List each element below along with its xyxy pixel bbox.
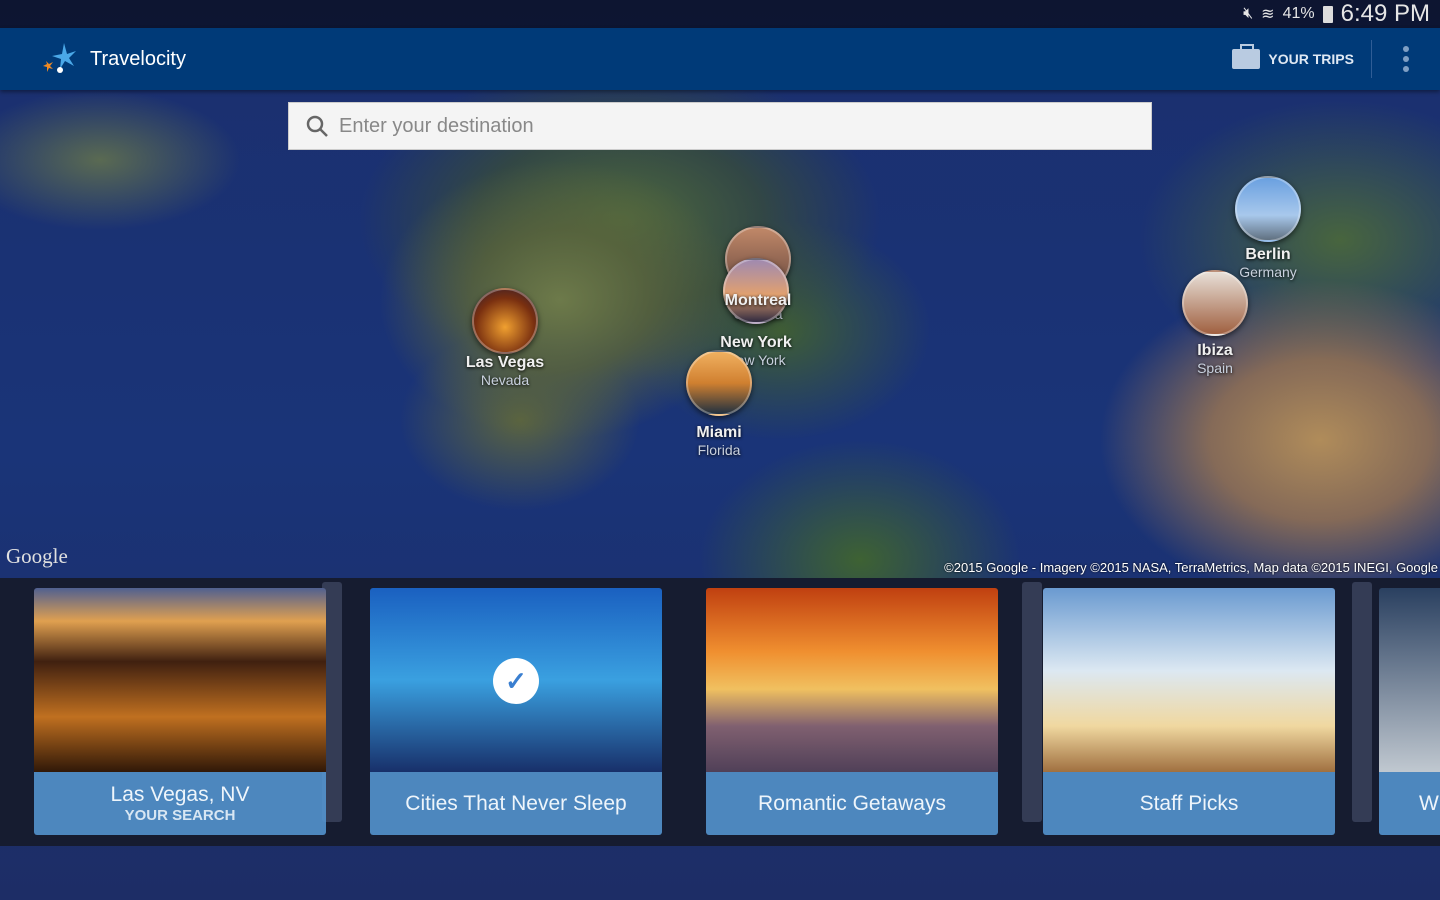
pin-city: Ibiza — [1197, 342, 1233, 359]
map-pin-las-vegas[interactable]: Las Vegas Nevada — [435, 288, 575, 388]
divider — [1371, 40, 1372, 78]
ibiza-thumbnail — [1182, 270, 1248, 336]
card-title: W — [1419, 791, 1439, 815]
destination-search[interactable] — [288, 102, 1152, 150]
card-romantic-getaways[interactable]: Romantic Getaways — [706, 588, 998, 835]
card-stack — [1022, 582, 1042, 822]
checkmark-icon: ✓ — [493, 658, 539, 704]
card-image — [706, 588, 998, 772]
mute-icon: 🔇︎ — [1243, 5, 1254, 22]
card-stack — [1352, 582, 1372, 822]
card-las-vegas[interactable]: Las Vegas, NV YOUR SEARCH — [34, 588, 326, 835]
search-icon — [306, 115, 328, 137]
collections-carousel[interactable]: Las Vegas, NV YOUR SEARCH ✓ Cities That N… — [0, 578, 1440, 846]
pin-city: Montreal — [724, 292, 792, 309]
suitcase-icon — [1232, 44, 1261, 69]
card-subtitle: YOUR SEARCH — [124, 807, 236, 824]
miami-thumbnail — [686, 350, 752, 416]
card-partial[interactable]: W — [1379, 588, 1440, 835]
pin-city: Berlin — [1245, 246, 1291, 263]
pin-city: Miami — [696, 424, 742, 441]
card-title: Cities That Never Sleep — [405, 791, 627, 815]
new-york-thumbnail — [723, 258, 789, 324]
battery-percent: 41% — [1282, 5, 1315, 22]
pin-region: Spain — [1197, 360, 1233, 376]
overflow-menu-icon[interactable] — [1402, 46, 1410, 72]
pin-city: Las Vegas — [465, 354, 545, 371]
pin-region: Nevada — [480, 372, 530, 388]
card-title: Las Vegas, NV — [110, 783, 250, 806]
status-bar: 🔇︎ ≋ 41% 6:49 PM — [0, 0, 1440, 28]
card-title: Staff Picks — [1139, 791, 1239, 815]
travelocity-logo-icon — [40, 39, 80, 79]
map-pin-berlin[interactable]: Berlin Germany — [1198, 176, 1338, 280]
clock: 6:49 PM — [1340, 0, 1430, 27]
card-image — [1379, 588, 1440, 772]
card-image — [1043, 588, 1335, 772]
card-cities-that-never-sleep[interactable]: ✓ Cities That Never Sleep — [370, 588, 662, 835]
card-title: Romantic Getaways — [758, 791, 946, 815]
las-vegas-thumbnail — [472, 288, 538, 354]
destination-input[interactable] — [339, 114, 1119, 138]
battery-icon — [1322, 5, 1333, 23]
map-pin-ibiza[interactable]: Ibiza Spain — [1145, 270, 1285, 376]
app-title: Travelocity — [90, 47, 186, 70]
google-logo: Google — [6, 544, 68, 568]
app-bar: Travelocity YOUR TRIPS — [0, 28, 1440, 90]
wifi-icon: ≋ — [1261, 6, 1275, 23]
your-trips-label: YOUR TRIPS — [1268, 51, 1354, 67]
map-attribution: ©2015 Google - Imagery ©2015 NASA, Terra… — [944, 560, 1438, 575]
pin-region: Florida — [697, 442, 741, 458]
map-pin-miami[interactable]: Miami Florida — [649, 350, 789, 458]
berlin-thumbnail — [1235, 176, 1301, 242]
card-image — [34, 588, 326, 772]
your-trips-button[interactable]: YOUR TRIPS — [1232, 44, 1354, 69]
card-staff-picks[interactable]: Staff Picks — [1043, 588, 1335, 835]
